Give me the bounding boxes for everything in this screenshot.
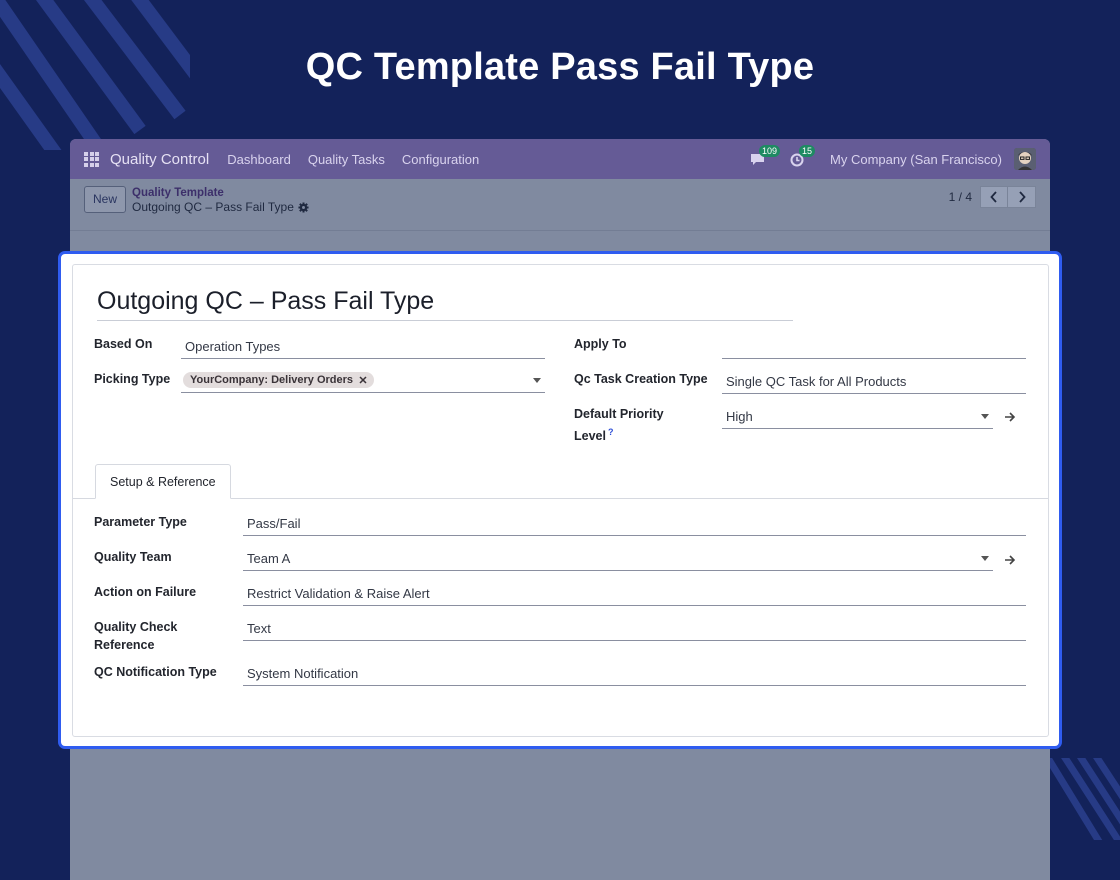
action-on-failure-value: Restrict Validation & Raise Alert (247, 585, 430, 601)
form-highlight-frame: Outgoing QC – Pass Fail Type Based On Op… (58, 251, 1062, 749)
messages-badge: 109 (759, 145, 781, 157)
apply-to-field[interactable] (722, 334, 1026, 359)
qc-notification-type-value: System Notification (247, 665, 359, 681)
action-on-failure-field[interactable]: Restrict Validation & Raise Alert (243, 581, 1026, 606)
chevron-down-icon[interactable] (981, 556, 989, 561)
chevron-left-icon (990, 191, 997, 203)
quality-check-reference-label-line1: Quality Check (94, 620, 178, 634)
parameter-type-value: Pass/Fail (247, 515, 301, 531)
pager-next-button[interactable] (1008, 186, 1036, 208)
internal-link-arrow-icon[interactable] (1004, 555, 1016, 565)
activities-button[interactable]: 15 (790, 145, 816, 167)
parameter-type-field[interactable]: Pass/Fail (243, 511, 1026, 536)
top-navbar: Quality Control Dashboard Quality Tasks … (70, 139, 1050, 179)
menu-quality-tasks[interactable]: Quality Tasks (308, 152, 385, 167)
priority-value: High (726, 408, 753, 424)
control-panel: New Quality Template Outgoing QC – Pass … (70, 179, 1050, 231)
record-title[interactable]: Outgoing QC – Pass Fail Type (97, 287, 793, 321)
based-on-label: Based On (94, 337, 153, 351)
company-switcher[interactable]: My Company (San Francisco) (830, 152, 1002, 167)
menu-configuration[interactable]: Configuration (402, 152, 479, 167)
pager-previous-button[interactable] (980, 186, 1008, 208)
chevron-down-icon[interactable] (533, 378, 541, 383)
action-on-failure-label: Action on Failure (94, 585, 197, 599)
breadcrumb: Quality Template Outgoing QC – Pass Fail… (132, 186, 309, 214)
quality-team-label: Quality Team (94, 550, 172, 564)
breadcrumb-current: Outgoing QC – Pass Fail Type (132, 200, 309, 214)
activities-badge: 15 (799, 145, 816, 157)
quality-team-field[interactable]: Team A (243, 546, 993, 571)
parameter-type-label: Parameter Type (94, 515, 187, 529)
picking-type-tag: YourCompany: Delivery Orders (183, 372, 375, 388)
quality-check-reference-value: Text (247, 620, 271, 636)
pager-value: 1 / 4 (948, 190, 972, 204)
pager: 1 / 4 (949, 186, 1036, 208)
qc-task-creation-field[interactable]: Single QC Task for All Products (722, 369, 1026, 394)
apps-menu-icon[interactable] (84, 151, 99, 167)
help-icon[interactable]: ? (608, 427, 614, 437)
hero-title: QC Template Pass Fail Type (305, 46, 815, 88)
qc-task-creation-label: Qc Task Creation Type (574, 372, 708, 386)
quality-check-reference-label: Quality Check Reference (94, 618, 177, 654)
chevron-down-icon[interactable] (981, 414, 989, 419)
breadcrumb-current-label: Outgoing QC – Pass Fail Type (132, 200, 294, 214)
apply-to-label: Apply To (574, 337, 627, 351)
quality-check-reference-label-line2: Reference (94, 638, 155, 652)
priority-label-text: Level (574, 429, 606, 444)
menu-dashboard[interactable]: Dashboard (227, 152, 291, 167)
avatar-icon (1014, 148, 1036, 170)
user-avatar[interactable] (1014, 148, 1036, 170)
based-on-field[interactable]: Operation Types (181, 334, 545, 359)
internal-link-arrow-icon[interactable] (1004, 412, 1016, 422)
tab-setup-reference[interactable]: Setup & Reference (95, 464, 231, 499)
decorative-stripes-bottom (1048, 758, 1120, 840)
qc-notification-type-field[interactable]: System Notification (243, 661, 1026, 686)
picking-type-tag-label: YourCompany: Delivery Orders (190, 374, 354, 386)
qc-task-creation-value: Single QC Task for All Products (726, 373, 907, 389)
app-name[interactable]: Quality Control (110, 151, 209, 168)
gear-icon[interactable] (298, 201, 309, 213)
chevron-right-icon (1018, 191, 1026, 203)
based-on-value: Operation Types (185, 338, 281, 354)
close-icon[interactable] (359, 376, 367, 384)
picking-type-label: Picking Type (94, 372, 171, 386)
form-sheet: Outgoing QC – Pass Fail Type Based On Op… (72, 264, 1049, 737)
priority-label: Default Priority Level? (574, 405, 664, 445)
quality-team-value: Team A (247, 550, 291, 566)
priority-field[interactable]: High (722, 404, 993, 429)
qc-notification-type-label: QC Notification Type (94, 665, 217, 679)
breadcrumb-parent[interactable]: Quality Template (132, 186, 309, 200)
picking-type-field[interactable]: YourCompany: Delivery Orders (181, 368, 545, 393)
new-button[interactable]: New (84, 186, 127, 213)
priority-label-line1: Default Priority (574, 407, 664, 421)
messages-button[interactable]: 109 (750, 145, 781, 167)
priority-label-line2: Level? (574, 423, 664, 445)
quality-check-reference-field[interactable]: Text (243, 616, 1026, 641)
